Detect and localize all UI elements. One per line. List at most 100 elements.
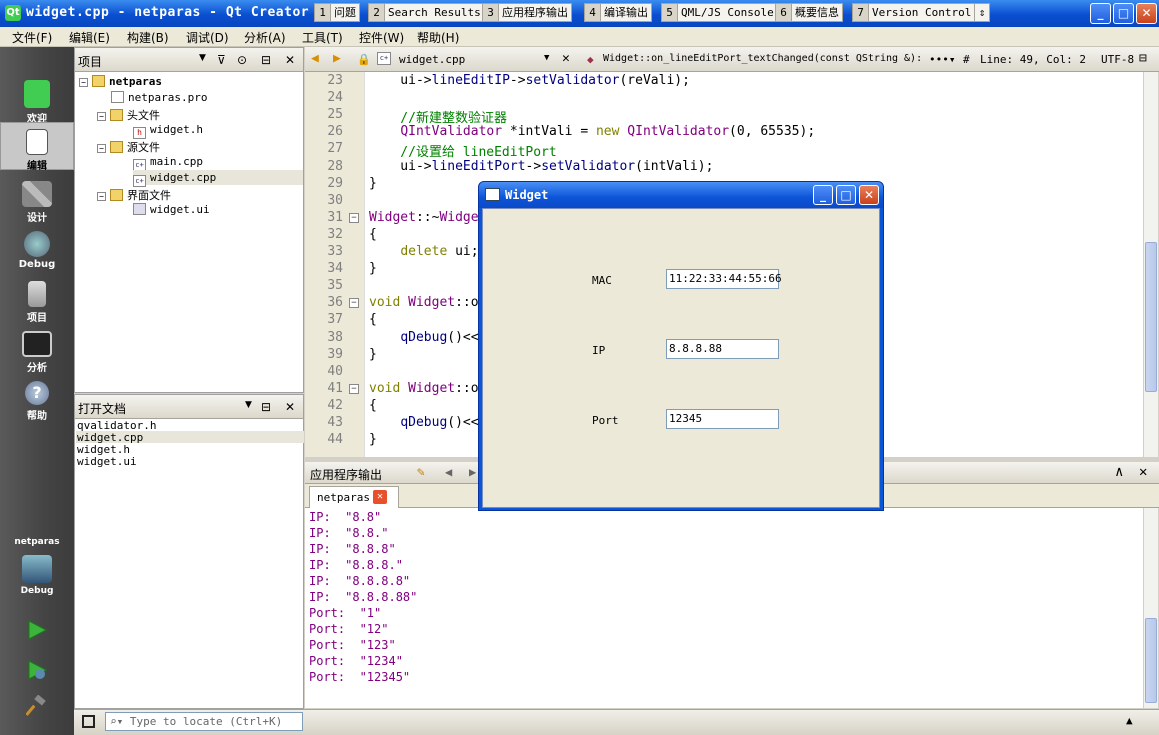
menu-file[interactable]: 文件(F)	[12, 29, 52, 46]
code-line[interactable]: ui->lineEditIP->setValidator(reVali);	[369, 73, 690, 88]
close-panel-icon[interactable]: ✕	[285, 53, 295, 67]
close-document-icon[interactable]: ✕	[562, 51, 570, 66]
collapse-icon[interactable]: −	[97, 144, 106, 153]
build-hammer-icon[interactable]	[26, 695, 48, 717]
split-editor-icon[interactable]: ⊟	[1139, 51, 1147, 66]
fold-toggle-icon[interactable]: −	[349, 383, 359, 394]
maximize-panel-icon[interactable]: ∧	[1115, 464, 1123, 480]
more-panes-icon[interactable]: ⇕	[974, 3, 990, 22]
debug-run-icon[interactable]	[26, 659, 48, 681]
dropdown-arrow-icon[interactable]: ▼	[245, 400, 252, 410]
dropdown-arrow-icon[interactable]: ▼	[199, 53, 206, 63]
code-line[interactable]: }	[369, 347, 377, 362]
close-output-icon[interactable]: ✕	[1139, 464, 1147, 480]
code-line[interactable]: delete ui;	[369, 244, 478, 259]
tree-item[interactable]: widget.ui	[133, 203, 210, 216]
menu-analyze[interactable]: 分析(A)	[244, 29, 286, 46]
code-line[interactable]: {	[369, 398, 377, 413]
tree-item[interactable]: netparas.pro	[111, 91, 207, 104]
port-input[interactable]: 12345	[666, 409, 779, 429]
open-doc-item-selected[interactable]: widget.cpp	[76, 431, 304, 444]
pane-tab-app-output[interactable]: 3 应用程序输出	[482, 3, 572, 22]
run-icon[interactable]	[26, 619, 48, 641]
menu-help[interactable]: 帮助(H)	[417, 29, 459, 46]
split-icon[interactable]: ⊟	[261, 400, 271, 414]
close-tab-icon[interactable]: ✕	[373, 490, 387, 504]
menu-edit[interactable]: 编辑(E)	[69, 29, 110, 46]
collapse-icon[interactable]: −	[97, 112, 106, 121]
menu-build[interactable]: 构建(B)	[127, 29, 169, 46]
prev-icon[interactable]: ◀	[445, 465, 452, 479]
tree-item-selected[interactable]: c+ widget.cpp	[133, 170, 303, 187]
tree-item[interactable]: − 头文件	[97, 107, 160, 123]
menu-widgets[interactable]: 控件(W)	[359, 29, 404, 46]
mode-analyze[interactable]: 分析	[0, 325, 74, 375]
mode-projects[interactable]: 项目	[0, 275, 74, 325]
code-line[interactable]: {	[369, 312, 377, 327]
fold-toggle-icon[interactable]: −	[349, 212, 359, 223]
dialog-close-button[interactable]: ✕	[859, 185, 879, 205]
scroll-thumb[interactable]	[1145, 242, 1157, 392]
mode-edit[interactable]: 编辑	[0, 122, 74, 172]
menu-debug[interactable]: 调试(D)	[186, 29, 229, 46]
open-doc-item[interactable]: widget.ui	[76, 455, 304, 468]
code-line[interactable]: }	[369, 261, 377, 276]
output-body[interactable]: IP: "8.8" IP: "8.8." IP: "8.8.8" IP: "8.…	[305, 508, 1143, 708]
minimize-button[interactable]: _	[1090, 3, 1111, 24]
output-tab-netparas[interactable]: netparas ✕	[309, 486, 399, 508]
code-line[interactable]: }	[369, 176, 377, 191]
ip-input[interactable]: 8.8.8.88	[666, 339, 779, 359]
pane-tab-compile-output[interactable]: 4 编译输出	[584, 3, 652, 22]
pane-tab-issues[interactable]: 1 问题	[314, 3, 360, 22]
open-doc-item[interactable]: qvalidator.h	[76, 419, 304, 432]
mac-input[interactable]: 11:22:33:44:55:66	[666, 269, 782, 289]
toggle-sidebar-icon[interactable]	[82, 715, 95, 728]
tree-item[interactable]: − 源文件	[97, 139, 160, 155]
scroll-thumb[interactable]	[1145, 618, 1157, 703]
code-line[interactable]: QIntValidator *intVali = new QIntValidat…	[369, 124, 815, 139]
next-icon[interactable]: ▶	[469, 465, 476, 479]
collapse-icon[interactable]: −	[97, 192, 106, 201]
collapse-icon[interactable]: −	[79, 78, 88, 87]
mode-debug[interactable]: Debug	[0, 225, 74, 275]
mode-help[interactable]: ? 帮助	[0, 375, 74, 425]
dropdown-arrow-icon[interactable]: ▼	[544, 53, 549, 63]
editor-scrollbar[interactable]	[1143, 72, 1158, 457]
more-icon[interactable]: •••▾	[929, 53, 956, 66]
pane-tab-qml-console[interactable]: 5 QML/JS Console	[661, 3, 778, 22]
code-line[interactable]: }	[369, 432, 377, 447]
encoding-label[interactable]: UTF-8	[1101, 53, 1134, 66]
forward-arrow-icon[interactable]: ▶	[333, 51, 341, 66]
tree-root[interactable]: − netparas	[79, 75, 162, 88]
close-panel-icon[interactable]: ✕	[285, 400, 295, 414]
menu-tools[interactable]: 工具(T)	[302, 29, 343, 46]
panel-up-icon[interactable]: ▲	[1126, 714, 1133, 727]
fold-toggle-icon[interactable]: −	[349, 298, 359, 309]
dialog-titlebar[interactable]: Widget _ □ ✕	[479, 182, 883, 208]
tree-item[interactable]: h widget.h	[133, 123, 203, 139]
symbol-selector[interactable]: Widget::on_lineEditPort_textChanged(cons…	[603, 53, 922, 64]
filter-icon[interactable]: ⊽	[217, 53, 226, 67]
code-line[interactable]: ui->lineEditPort->setValidator(intVali);	[369, 159, 713, 174]
link-icon[interactable]: ⊙	[237, 53, 247, 67]
mode-welcome[interactable]: 欢迎	[0, 74, 74, 125]
kit-selector[interactable]: Debug	[0, 549, 74, 599]
mode-design[interactable]: 设计	[0, 175, 74, 225]
open-doc-item[interactable]: widget.h	[76, 443, 304, 456]
code-line[interactable]: {	[369, 227, 377, 242]
locator-input[interactable]: ⌕▾ Type to locate (Ctrl+K)	[105, 712, 303, 731]
pane-tab-search-results[interactable]: 2 Search Results	[368, 3, 485, 22]
cursor-position[interactable]: Line: 49, Col: 2	[980, 53, 1086, 66]
editor-file-selector[interactable]: widget.cpp	[399, 53, 465, 66]
split-icon[interactable]: ⊟	[261, 53, 271, 67]
dialog-minimize-button[interactable]: _	[813, 185, 833, 205]
tree-item[interactable]: − 界面文件	[97, 187, 171, 203]
back-arrow-icon[interactable]: ◀	[311, 51, 319, 66]
pane-tab-general-messages[interactable]: 6 概要信息	[775, 3, 843, 22]
output-scrollbar[interactable]	[1143, 508, 1158, 708]
clean-output-icon[interactable]: ✎	[417, 465, 425, 480]
dialog-maximize-button[interactable]: □	[836, 185, 856, 205]
pane-tab-version-control[interactable]: 7 Version Control	[852, 3, 976, 22]
tree-item[interactable]: c+ main.cpp	[133, 155, 203, 171]
maximize-button[interactable]: □	[1113, 3, 1134, 24]
